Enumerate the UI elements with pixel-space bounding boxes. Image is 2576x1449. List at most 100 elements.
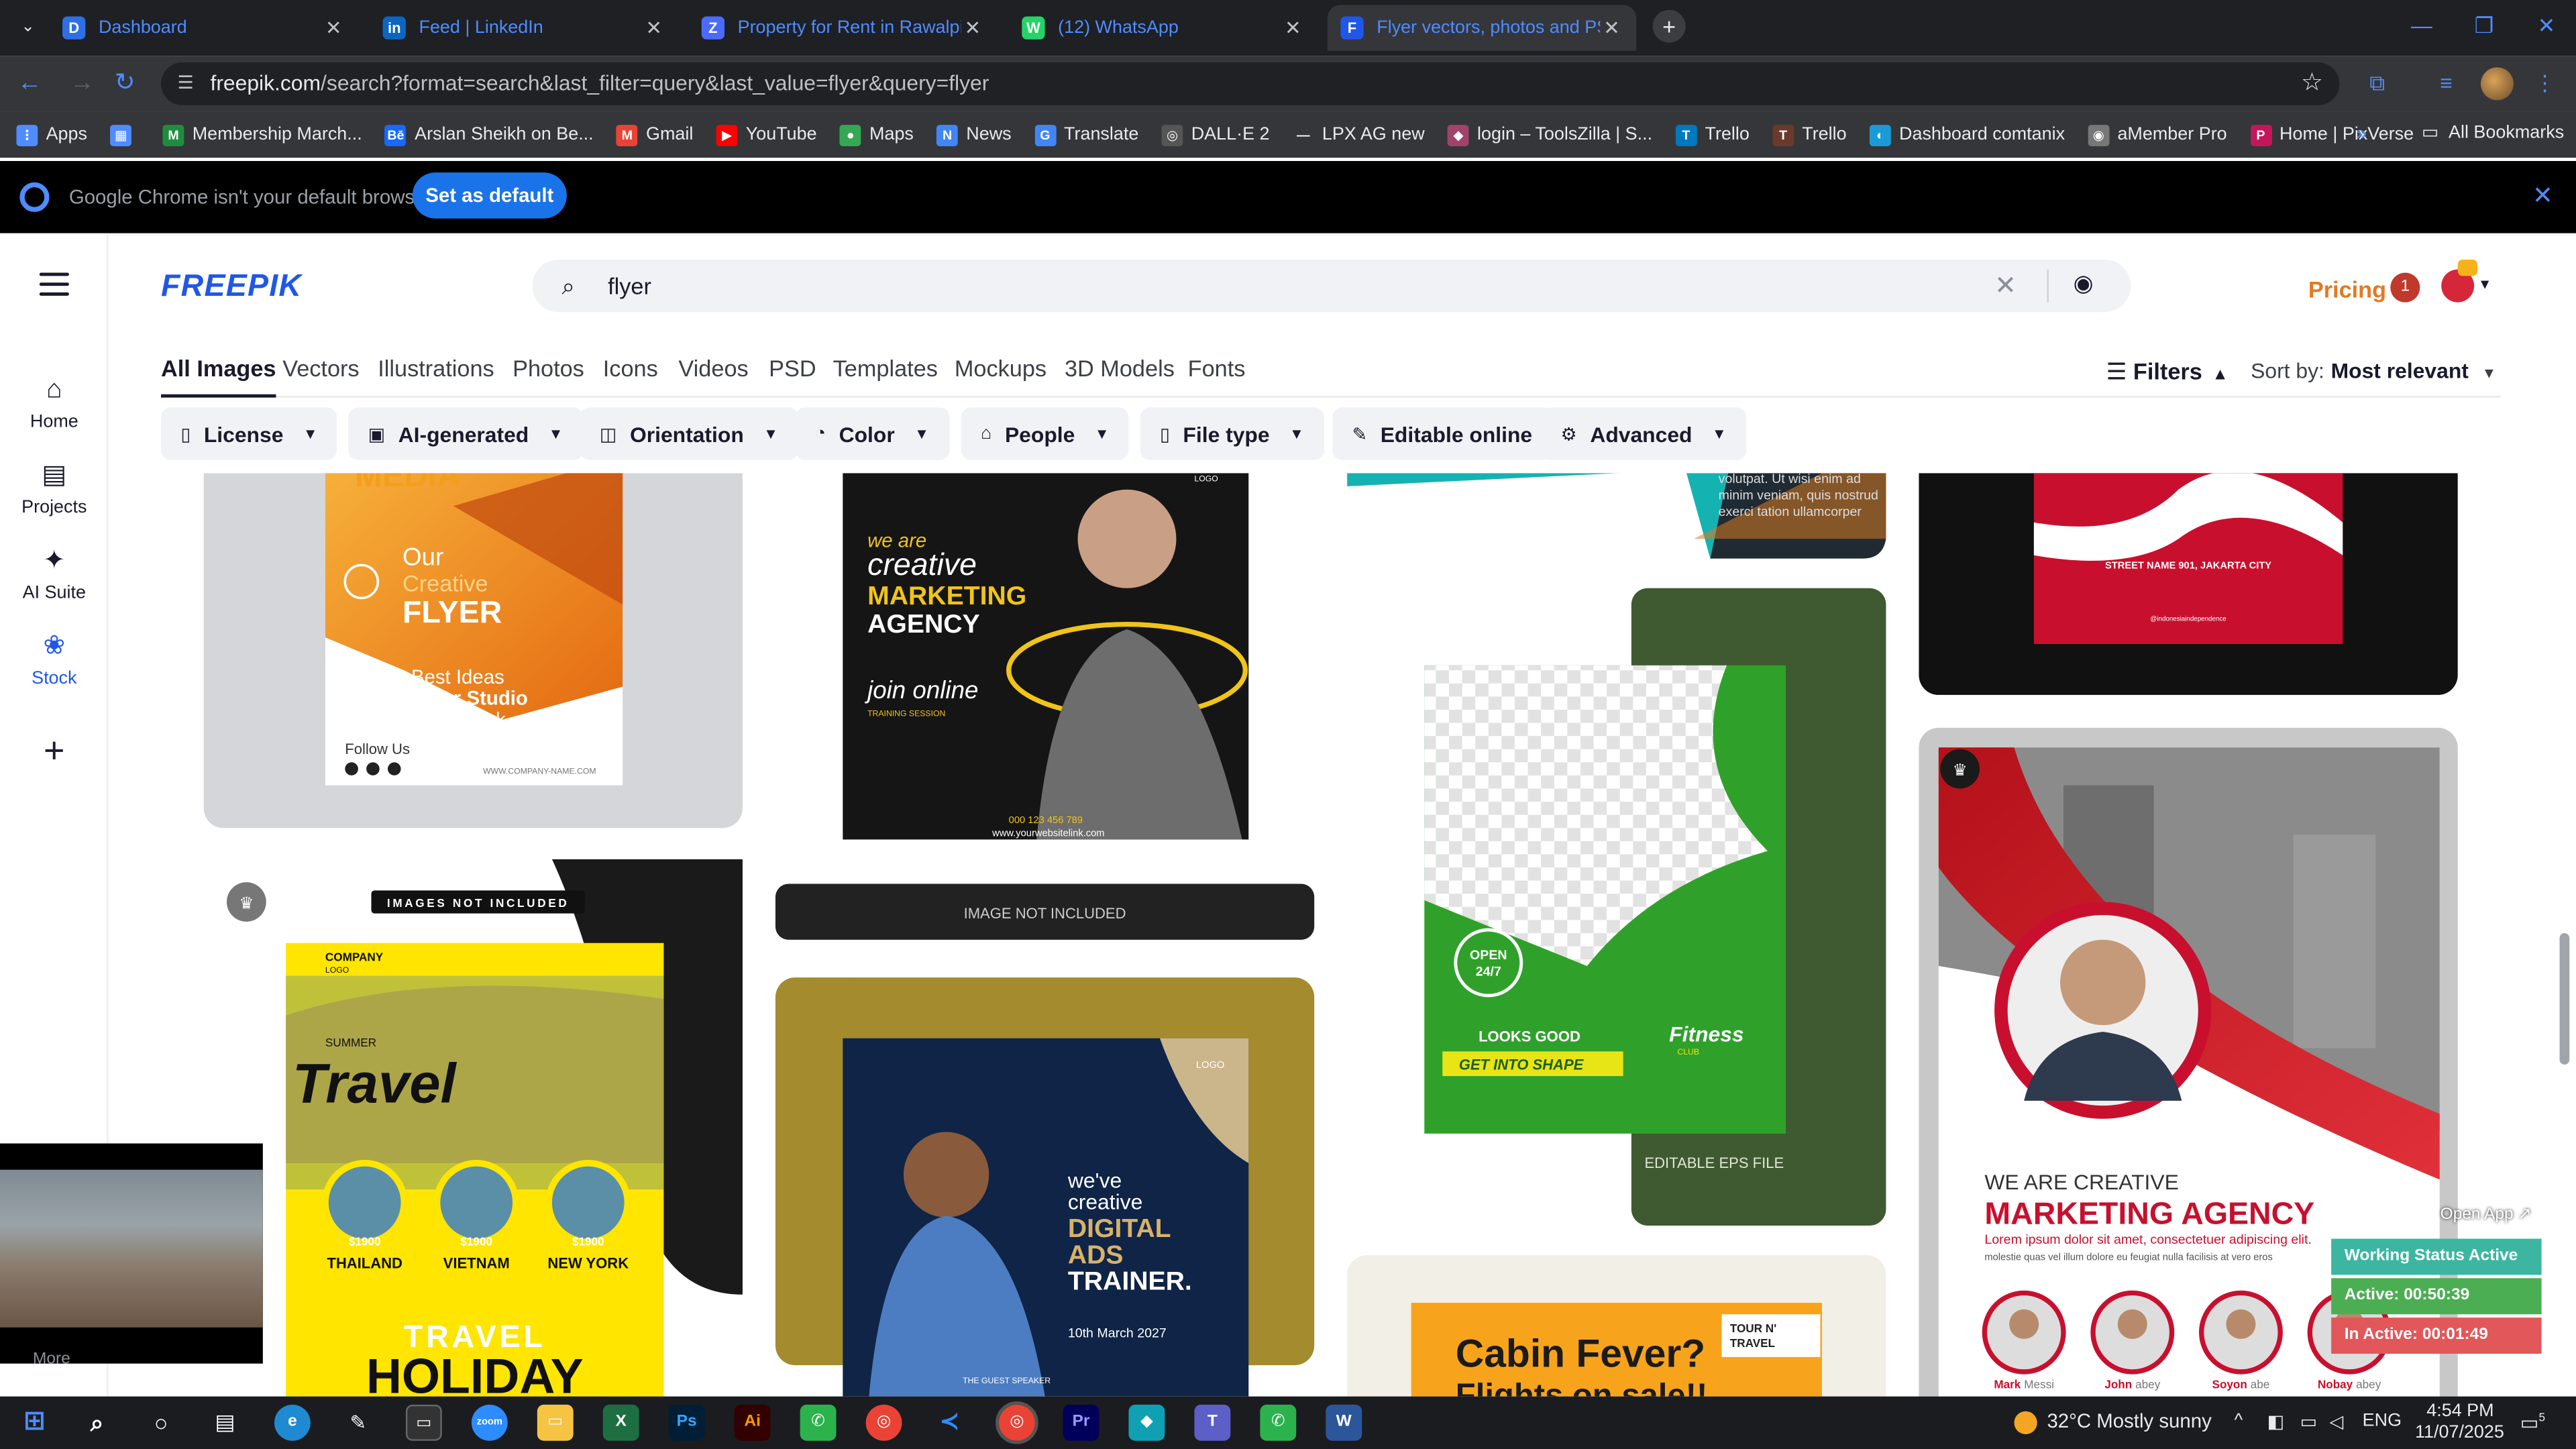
back-icon[interactable]: ← xyxy=(13,67,46,100)
browser-tab[interactable]: W (12) WhatsApp ✕ xyxy=(1009,5,1318,51)
filter-chip[interactable]: ✎ Editable online xyxy=(1332,407,1552,460)
freepik-logo[interactable]: FREEPIK xyxy=(161,270,302,306)
file-explorer-icon[interactable]: ▭ xyxy=(537,1404,574,1441)
card-travel[interactable]: IMAGES NOT INCLUDED ♛ COMPANY LOGO SUMME… xyxy=(203,859,743,1397)
sidebar-item-stock[interactable]: ❀ Stock xyxy=(0,631,109,688)
bookmarks-overflow-icon[interactable]: » xyxy=(2356,121,2367,144)
search-icon[interactable]: ⌕ xyxy=(562,273,575,301)
card-jakarta[interactable]: STREET NAME 901, JAKARTA CITY @indonesia… xyxy=(1919,473,2458,695)
filter-chip[interactable]: ▯ File type ▼ xyxy=(1140,407,1324,460)
bookmark-item[interactable]: M Membership March... xyxy=(162,123,362,146)
close-window-icon[interactable]: ✕ xyxy=(2517,0,2576,52)
phone-app-2-icon[interactable]: ✆ xyxy=(1260,1404,1297,1441)
app-diamond-icon[interactable]: ◆ xyxy=(1128,1404,1165,1441)
site-info-icon[interactable]: ☰ xyxy=(177,72,200,95)
network-icon[interactable]: ▭ xyxy=(2300,1411,2317,1432)
bookmark-item[interactable]: ⋮ Apps xyxy=(16,123,87,146)
bookmark-item[interactable]: Bē Arslan Sheikh on Be... xyxy=(385,123,594,146)
category-tab[interactable]: PSD xyxy=(769,355,816,398)
new-tab-button[interactable]: + xyxy=(1652,9,1686,43)
filter-chip[interactable]: ◫ Orientation ▼ xyxy=(580,407,798,460)
open-app-link[interactable]: Open App ↗ xyxy=(2331,1199,2541,1232)
category-tab[interactable]: Vectors xyxy=(282,355,359,398)
add-icon[interactable]: + xyxy=(0,729,109,772)
page-scrollbar[interactable] xyxy=(2557,233,2573,1397)
illustrator-icon[interactable]: Ai xyxy=(734,1404,771,1441)
bookmark-item[interactable]: — LPX AG new xyxy=(1292,123,1425,146)
close-tab-icon[interactable]: ✕ xyxy=(961,16,984,39)
camera-search-icon[interactable]: ◉ xyxy=(2074,270,2094,298)
language-indicator[interactable]: ENG xyxy=(2363,1411,2402,1431)
filter-chip[interactable]: ▣ AI-generated ▼ xyxy=(348,407,583,460)
restore-icon[interactable]: ❐ xyxy=(2455,0,2514,52)
category-tab[interactable]: Photos xyxy=(513,355,584,398)
forward-icon[interactable]: → xyxy=(66,67,99,100)
close-tab-icon[interactable]: ✕ xyxy=(1281,16,1304,39)
set-default-button[interactable]: Set as default xyxy=(412,172,567,219)
category-tab[interactable]: Videos xyxy=(678,355,748,398)
browser-tab[interactable]: D Dashboard ✕ xyxy=(49,5,358,51)
media-control-icon[interactable]: ≡ xyxy=(2432,69,2461,99)
teams-icon[interactable]: T xyxy=(1194,1404,1231,1441)
category-tab[interactable]: Icons xyxy=(603,355,658,398)
floating-video-preview[interactable] xyxy=(0,1143,263,1364)
windows-start-icon[interactable]: ⊞ xyxy=(16,1405,52,1441)
minimize-icon[interactable]: — xyxy=(2392,0,2451,52)
sidebar-item-ai-suite[interactable]: ✦ AI Suite xyxy=(0,545,109,603)
filter-chip[interactable]: ⚙ Advanced ▼ xyxy=(1541,407,1747,460)
bookmark-item[interactable]: ◆ login – ToolsZilla | S... xyxy=(1447,123,1652,146)
photoshop-icon[interactable]: Ps xyxy=(668,1404,705,1441)
bookmark-item[interactable]: N News xyxy=(936,123,1012,146)
hamburger-menu-icon[interactable] xyxy=(39,272,69,296)
chrome-icon[interactable]: ◎ xyxy=(865,1404,902,1441)
search-icon[interactable]: ⌕ xyxy=(79,1405,115,1441)
user-avatar[interactable] xyxy=(2441,259,2478,303)
bookmark-item[interactable]: G Translate xyxy=(1034,123,1138,146)
notification-bell-icon[interactable]: 1 xyxy=(2390,272,2420,303)
close-infobar-icon[interactable]: ✕ xyxy=(2532,180,2553,211)
card-creative-flyer[interactable]: MEDIA Our Creative FLYER It's Best Ideas… xyxy=(203,473,743,828)
card-teal-text[interactable]: volutpat. Ut wisi enim ad minim veniam, … xyxy=(1347,473,1886,559)
bookmark-item[interactable]: ◉ aMember Pro xyxy=(2088,123,2227,146)
url-text[interactable]: freepik.com/search?format=search&last_fi… xyxy=(210,70,989,95)
tray-app-icon[interactable]: ◧ xyxy=(2267,1411,2284,1432)
category-tab[interactable]: 3D Models xyxy=(1065,355,1175,398)
zoom-icon[interactable]: zoom xyxy=(471,1404,508,1441)
chrome-profile-avatar[interactable] xyxy=(2480,67,2514,101)
bookmark-item[interactable]: ▶ YouTube xyxy=(716,123,817,146)
scrollbar-thumb[interactable] xyxy=(2559,933,2570,1065)
cortana-icon[interactable]: ○ xyxy=(143,1405,179,1441)
search-input[interactable] xyxy=(608,269,1955,303)
bookmark-item[interactable]: M Gmail xyxy=(616,123,693,146)
phone-app-icon[interactable]: ✆ xyxy=(800,1404,837,1441)
pen-tool-icon[interactable]: ✎ xyxy=(340,1405,376,1441)
notification-center-icon[interactable]: ▭5 xyxy=(2520,1411,2545,1434)
bookmark-item[interactable]: T Trello xyxy=(1772,123,1847,146)
sidebar-item-projects[interactable]: ▤ Projects xyxy=(0,460,109,517)
chrome-active-icon[interactable]: ◎ xyxy=(996,1401,1038,1444)
close-tab-icon[interactable]: ✕ xyxy=(322,16,345,39)
task-view-icon[interactable]: ▤ xyxy=(207,1405,244,1441)
browser-tab[interactable]: F Flyer vectors, photos and PSD fi✕ xyxy=(1327,5,1637,51)
word-icon[interactable]: W xyxy=(1326,1404,1362,1441)
card-marketing-agency[interactable]: we are creative MARKETING AGENCY join on… xyxy=(775,473,1315,940)
chrome-menu-icon[interactable]: ⋮ xyxy=(2530,69,2559,99)
filter-chip[interactable]: ◔ Color ▼ xyxy=(795,407,949,460)
card-cabin-fever[interactable]: Cabin Fever? Flights on sale!! TOUR N' T… xyxy=(1347,1255,1886,1397)
extensions-icon[interactable]: ⧉ xyxy=(2363,69,2392,99)
category-tab[interactable]: Templates xyxy=(833,355,938,398)
browser-tab[interactable]: in Feed | LinkedIn ✕ xyxy=(370,5,678,51)
taskbar-clock[interactable]: 4:54 PM 11/07/2025 xyxy=(2415,1401,2504,1444)
browser-tab[interactable]: Z Property for Rent in Rawalpindi✕ xyxy=(688,5,997,51)
category-tab[interactable]: Illustrations xyxy=(378,355,494,398)
category-tab[interactable]: All Images xyxy=(161,355,276,398)
all-bookmarks-button[interactable]: ▭ All Bookmarks xyxy=(2422,121,2564,143)
bookmark-star-icon[interactable]: ☆ xyxy=(2301,67,2323,97)
category-tab[interactable]: Mockups xyxy=(955,355,1046,398)
address-bar[interactable]: ☰ freepik.com/search?format=search&last_… xyxy=(161,62,2340,105)
volume-icon[interactable]: ◁ xyxy=(2330,1411,2344,1432)
sidebar-more-label[interactable]: More xyxy=(33,1350,70,1368)
premiere-icon[interactable]: Pr xyxy=(1063,1404,1099,1441)
close-tab-icon[interactable]: ✕ xyxy=(643,16,665,39)
bookmark-item[interactable]: ◎ DALL·E 2 xyxy=(1161,123,1270,146)
